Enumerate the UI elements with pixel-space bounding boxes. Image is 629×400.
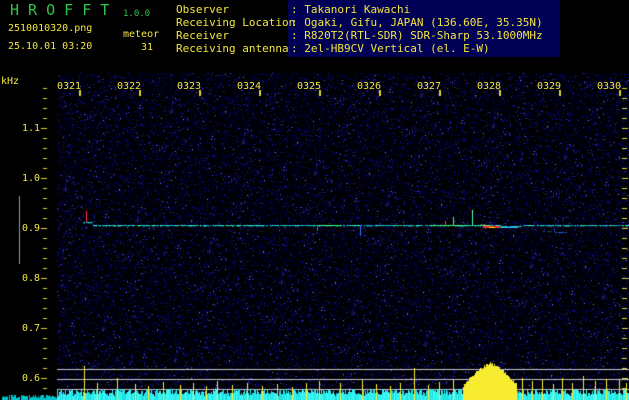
info-value: : Takanori Kawachi	[291, 3, 411, 16]
info-label: Receiving Location	[176, 16, 296, 29]
info-value: : Ogaki, Gifu, JAPAN (136.60E, 35.35N)	[291, 16, 543, 29]
observation-mode: meteor	[123, 29, 160, 40]
time-tick-label: 0330	[597, 81, 622, 92]
hrofft-output-image: { "header": { "app_name": "H R O F F T",…	[0, 0, 629, 400]
echo-count: 31	[141, 42, 154, 53]
time-tick-label: 0325	[297, 81, 322, 92]
time-tick-label: 0328	[477, 81, 502, 92]
time-tick-label: 0324	[237, 81, 262, 92]
time-tick-label: 0326	[357, 81, 382, 92]
freq-tick-label: 1.0	[21, 173, 40, 184]
freq-tick-label: 0.8	[21, 273, 40, 284]
freq-tick-label: 0.7	[21, 323, 40, 334]
time-tick-label: 0321	[57, 81, 82, 92]
freq-tick-label: 1.1	[21, 123, 40, 134]
info-label: Observer	[176, 3, 229, 16]
spectrogram-canvas	[0, 0, 629, 400]
output-filename: 2510010320.png	[8, 23, 93, 34]
app-title: H R O F F T	[10, 1, 110, 19]
time-tick-label: 0323	[177, 81, 202, 92]
info-value: : 2el-HB9CV Vertical (el. E-W)	[291, 42, 490, 55]
time-tick-label: 0329	[537, 81, 562, 92]
observation-datetime: 25.10.01 03:20	[8, 41, 93, 52]
freq-tick-label: 0.6	[21, 373, 40, 384]
time-tick-label: 0327	[417, 81, 442, 92]
app-version: 1.0.0	[123, 9, 151, 19]
info-label: Receiving antenna	[176, 42, 289, 55]
freq-axis-unit-label: kHz	[1, 76, 20, 87]
info-label: Receiver	[176, 29, 229, 42]
freq-tick-label: 0.9	[21, 223, 40, 234]
info-value: : R820T2(RTL-SDR) SDR-Sharp 53.1000MHz	[291, 29, 543, 42]
time-tick-label: 0322	[117, 81, 142, 92]
